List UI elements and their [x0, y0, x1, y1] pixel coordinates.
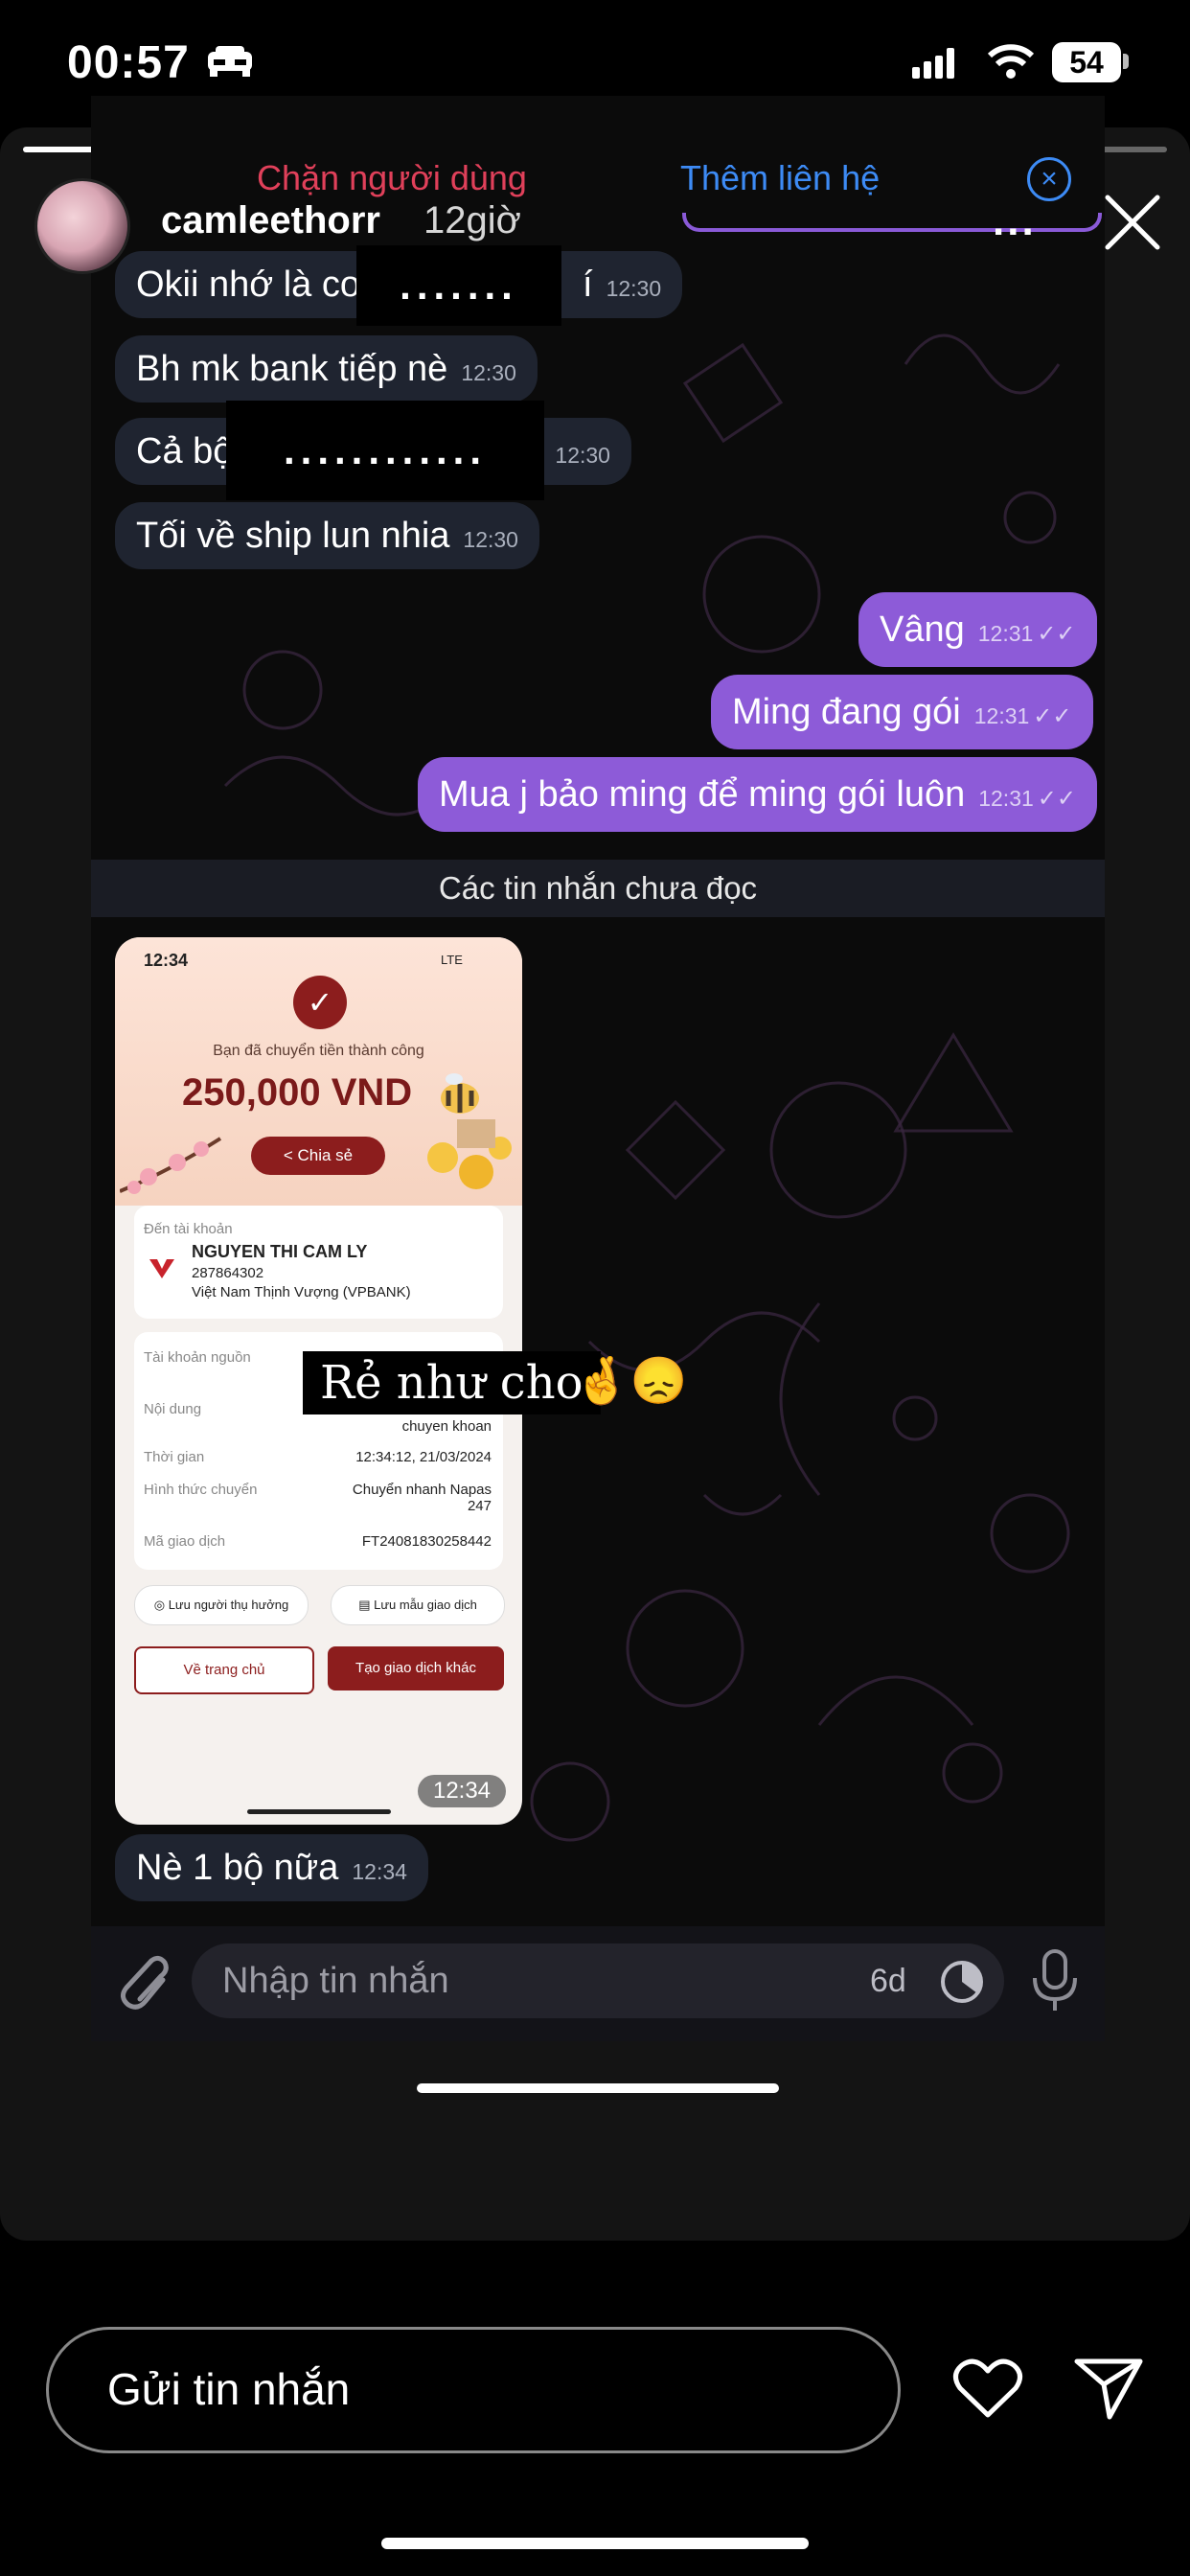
close-banner-icon[interactable]: ×: [1027, 157, 1071, 201]
detail-value: FT24081830258442: [361, 1533, 492, 1550]
incoming-message: Bh mk bank tiếp nè 12:30: [115, 335, 538, 402]
new-transaction-button[interactable]: Tạo giao dịch khác: [328, 1646, 504, 1690]
message-text: Okii nhớ là co: [136, 264, 361, 305]
save-template-button[interactable]: ▤ Lưu mẫu giao dịch: [331, 1585, 505, 1625]
detail-label: Tài khoản nguồn: [144, 1349, 251, 1366]
redaction-box: ............: [226, 401, 544, 500]
home-indicator: [381, 2538, 809, 2549]
save-template-label: Lưu mẫu giao dịch: [374, 1598, 477, 1612]
success-check-icon: ✓: [293, 976, 347, 1029]
destination-card: Đến tài khoản NGUYEN THI CAM LY 28786430…: [134, 1206, 503, 1319]
close-icon[interactable]: [1102, 192, 1163, 253]
home-button[interactable]: Về trang chủ: [134, 1646, 314, 1694]
message-text-tail: í: [583, 264, 593, 305]
detail-value: Chuyển nhanh Napas 247: [352, 1482, 492, 1514]
message-text: Mua j bảo ming để ming gói luôn: [439, 774, 966, 815]
receipt-home-bar: [247, 1809, 391, 1814]
outgoing-message: Ming đang gói 12:31 ✓✓: [711, 675, 1093, 749]
story-reply-placeholder: Gửi tin nhắn: [107, 2364, 351, 2414]
destination-label: Đến tài khoản: [144, 1221, 233, 1237]
story-age: 12giờ: [423, 199, 521, 242]
message-time: 12:34: [352, 1859, 407, 1884]
detail-label: Mã giao dịch: [144, 1533, 226, 1550]
message-time: 12:31: [973, 703, 1030, 728]
message-time: 12:30: [461, 360, 516, 385]
block-user-button[interactable]: Chặn người dùng: [257, 158, 527, 198]
read-checkmarks-icon: ✓✓: [1037, 621, 1076, 647]
timer-icon[interactable]: [939, 1959, 985, 2005]
receipt-network: LTE: [441, 953, 463, 967]
message-time: 12:31: [977, 621, 1034, 646]
outgoing-message: Mua j bảo ming để ming gói luôn 12:31 ✓✓: [418, 757, 1097, 832]
outgoing-message: Vâng 12:31 ✓✓: [858, 592, 1097, 667]
message-text: Vâng: [880, 610, 965, 650]
blossom-branch-icon: [120, 1137, 222, 1194]
bee-mascot-icon: [441, 1073, 479, 1114]
wifi-icon: [987, 44, 1035, 79]
message-time: 12:30: [463, 527, 518, 552]
heart-icon[interactable]: [952, 2356, 1023, 2421]
message-time: 12:31: [978, 786, 1034, 811]
message-time: 12:30: [555, 443, 610, 468]
redaction-box: .......: [356, 245, 561, 326]
receipt-title: Bạn đã chuyển tiền thành công: [213, 1043, 424, 1059]
send-icon[interactable]: [1073, 2356, 1144, 2421]
driving-focus-icon: [208, 46, 252, 77]
self-destruct-timer[interactable]: 6d: [870, 1963, 906, 2000]
microphone-icon[interactable]: [1029, 1947, 1081, 2014]
unread-divider: Các tin nhắn chưa đọc: [91, 860, 1105, 917]
detail-value: chuyen khoan: [401, 1418, 492, 1435]
incoming-message: Nè 1 bộ nữa 12:34: [115, 1834, 428, 1901]
receipt-status-time: 12:34: [144, 951, 189, 970]
recipient-name: NGUYEN THI CAM LY: [192, 1242, 368, 1261]
status-time: 00:57: [67, 37, 190, 88]
message-time: 12:30: [606, 276, 662, 301]
save-payee-label: Lưu người thụ hưởng: [168, 1598, 289, 1612]
message-text: Nè 1 bộ nữa: [136, 1848, 339, 1888]
yellow-flowers-icon: [427, 1119, 512, 1189]
vpbank-logo-icon: [149, 1259, 174, 1278]
story-text-sticker: Rẻ như cho: [303, 1351, 601, 1414]
message-text: Ming đang gói: [732, 692, 961, 732]
recipient-bank: Việt Nam Thịnh Vượng (VPBANK): [192, 1284, 411, 1300]
battery-nub: [1123, 54, 1129, 69]
detail-label: Nội dung: [144, 1401, 202, 1417]
pinned-strip: [682, 213, 1102, 232]
screenshot-home-bar: [417, 2083, 779, 2093]
detail-label: Thời gian: [144, 1449, 205, 1465]
attachment-icon[interactable]: [113, 1949, 171, 2012]
avatar[interactable]: [34, 178, 130, 274]
story-username[interactable]: camleethorr: [161, 199, 380, 242]
read-checkmarks-icon: ✓✓: [1037, 786, 1076, 812]
save-payee-button[interactable]: ◎ Lưu người thụ hưởng: [134, 1585, 309, 1625]
message-text: Cả bộ: [136, 431, 234, 472]
read-checkmarks-icon: ✓✓: [1033, 703, 1072, 729]
recipient-account: 287864302: [192, 1265, 264, 1281]
image-timestamp: 12:34: [418, 1775, 506, 1807]
message-text: Bh mk bank tiếp nè: [136, 349, 448, 389]
detail-value: 12:34:12, 21/03/2024: [355, 1449, 492, 1465]
sticker-emoji: 🤞😞: [573, 1356, 688, 1407]
message-text: Tối về ship lun nhia: [136, 516, 450, 556]
battery-indicator: 54: [1052, 42, 1121, 82]
more-options-icon[interactable]: ...: [993, 200, 1037, 242]
add-contact-button[interactable]: Thêm liên hệ: [680, 158, 880, 198]
share-button[interactable]: < Chia sẻ: [251, 1137, 385, 1175]
share-label: Chia sẻ: [297, 1146, 354, 1164]
cellular-signal-icon: [912, 48, 958, 79]
receipt-amount: 250,000 VND: [182, 1071, 413, 1114]
message-input-placeholder: Nhập tin nhắn: [222, 1961, 449, 2001]
incoming-message: Tối về ship lun nhia 12:30: [115, 502, 539, 569]
detail-label: Hình thức chuyển: [144, 1482, 258, 1498]
